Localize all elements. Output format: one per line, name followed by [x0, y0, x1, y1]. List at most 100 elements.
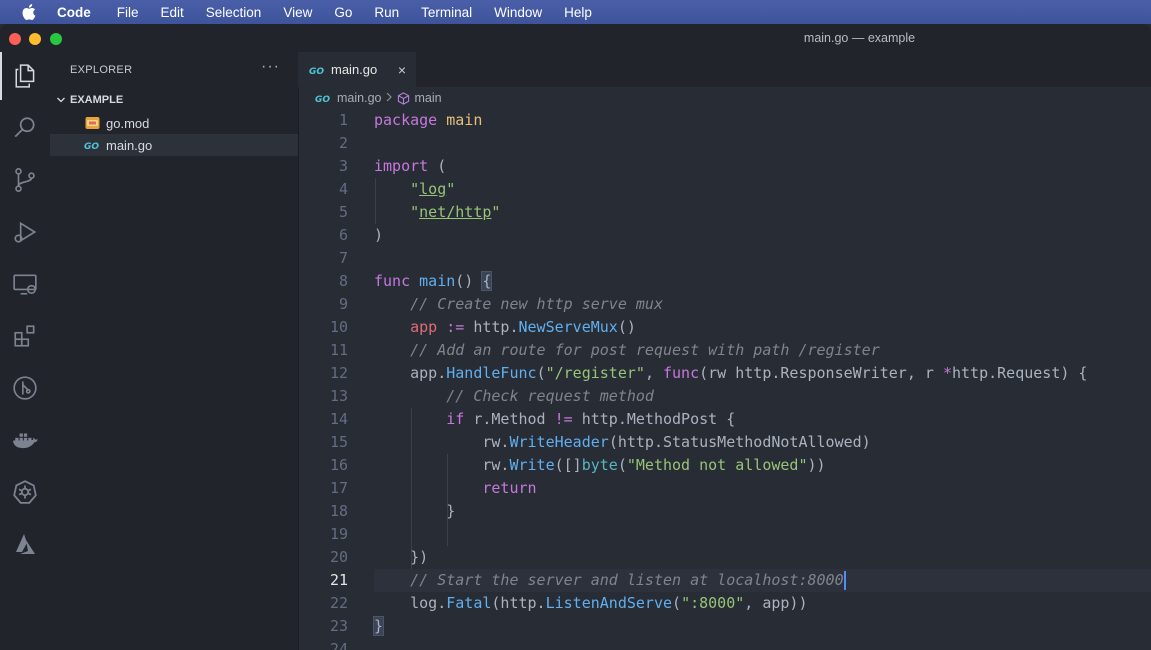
close-icon[interactable]: ×: [398, 62, 406, 78]
extensions-icon[interactable]: [0, 312, 50, 360]
line-number: 6: [338, 226, 348, 244]
tab-main-go[interactable]: GO main.go ×: [298, 52, 416, 87]
line-number: 9: [338, 295, 348, 313]
file-name: go.mod: [106, 115, 150, 131]
symbol-method-icon: [397, 91, 410, 105]
search-icon[interactable]: [0, 104, 50, 152]
line-text: ): [374, 226, 384, 244]
line-text: }): [374, 548, 429, 566]
line-text: return: [482, 479, 537, 497]
tab-label: main.go: [331, 62, 378, 77]
code-line[interactable]: 5 "net/http": [298, 201, 1151, 224]
code-line[interactable]: 3 import (: [298, 155, 1151, 178]
code-line[interactable]: 13 // Check request method: [298, 385, 1151, 408]
line-number: 16: [329, 456, 348, 474]
line-number: 3: [338, 157, 348, 175]
code-line[interactable]: 17 return: [298, 477, 1151, 500]
menu-file[interactable]: File: [117, 5, 139, 20]
folder-example[interactable]: EXAMPLE: [50, 90, 298, 110]
code-line[interactable]: 9 // Create new http serve mux: [298, 293, 1151, 316]
line-text: app := http.NewServeMux(): [410, 318, 636, 336]
go-mod-icon: [84, 115, 100, 131]
line-number: 17: [329, 479, 348, 497]
svg-text:GO: GO: [309, 67, 324, 75]
line-number: 22: [329, 594, 348, 612]
code-line[interactable]: 12 app.HandleFunc("/register", func(rw h…: [298, 362, 1151, 385]
menu-go[interactable]: Go: [334, 5, 352, 20]
file-main-go[interactable]: GO main.go: [50, 134, 298, 156]
code-line[interactable]: 16 rw.Write([]byte("Method not allowed")…: [298, 454, 1151, 477]
menu-help[interactable]: Help: [564, 5, 592, 20]
code-line[interactable]: 8 func main() {: [298, 270, 1151, 293]
line-number: 8: [338, 272, 348, 290]
line-text: // Add an route for post request with pa…: [410, 341, 880, 359]
remote-explorer-icon[interactable]: [0, 260, 50, 308]
code-line[interactable]: 11 // Add an route for post request with…: [298, 339, 1151, 362]
go-icon: GO: [315, 93, 331, 103]
file-name: main.go: [106, 137, 153, 153]
menu-window[interactable]: Window: [494, 5, 542, 20]
go-icon: GO: [84, 137, 100, 153]
code-line[interactable]: 23}: [298, 615, 1151, 638]
line-number: 24: [329, 640, 348, 650]
code-line[interactable]: 4 "log": [298, 178, 1151, 201]
file-go-mod[interactable]: go.mod: [50, 112, 298, 134]
code-line[interactable]: 15 rw.WriteHeader(http.StatusMethodNotAl…: [298, 431, 1151, 454]
code-line[interactable]: 6): [298, 224, 1151, 247]
go-icon: GO: [309, 65, 325, 75]
more-actions-button[interactable]: ···: [261, 58, 280, 76]
docker-icon[interactable]: [0, 416, 50, 464]
menu-app-name[interactable]: Code: [57, 5, 91, 20]
run-debug-icon[interactable]: [0, 208, 50, 256]
code-line[interactable]: 20 }): [298, 546, 1151, 569]
line-text: }: [374, 502, 456, 520]
line-number: 1: [338, 111, 348, 129]
code-line[interactable]: 14 if r.Method != http.MethodPost {: [298, 408, 1151, 431]
explorer-title: EXPLORER: [70, 64, 133, 76]
line-number: 11: [329, 341, 348, 359]
code-line[interactable]: 24: [298, 638, 1151, 650]
title-bar: main.go — example: [0, 24, 1151, 52]
breadcrumb: GO main.go main: [298, 87, 1151, 109]
apple-icon[interactable]: [22, 4, 36, 20]
menu-terminal[interactable]: Terminal: [421, 5, 472, 20]
chevron-down-icon: [56, 95, 66, 105]
folder-name: EXAMPLE: [70, 94, 124, 106]
explorer-sidebar: EXPLORER ··· EXAMPLE go.mod GO main.go: [50, 52, 299, 650]
code-line[interactable]: 18 }: [298, 500, 1151, 523]
line-number: 20: [329, 548, 348, 566]
line-text: "log": [410, 180, 456, 198]
explorer-icon[interactable]: [0, 52, 50, 100]
line-number: 4: [338, 180, 348, 198]
code-line[interactable]: 22 log.Fatal(http.ListenAndServe(":8000"…: [298, 592, 1151, 615]
line-number: 19: [329, 525, 348, 543]
line-number: 10: [329, 318, 348, 336]
line-number: 23: [329, 617, 348, 635]
editor-tabs: GO main.go ×: [298, 52, 1151, 87]
azure-icon[interactable]: [0, 520, 50, 568]
line-text: rw.WriteHeader(http.StatusMethodNotAllow…: [374, 433, 871, 451]
code-line[interactable]: 19: [298, 523, 1151, 546]
line-number: 18: [329, 502, 348, 520]
line-number: 14: [329, 410, 348, 428]
breadcrumb-file[interactable]: main.go: [337, 91, 381, 105]
code-line[interactable]: 1 package main: [298, 109, 1151, 132]
menu-edit[interactable]: Edit: [161, 5, 184, 20]
code-line[interactable]: 21 // Start the server and listen at loc…: [298, 569, 1151, 592]
git-graph-icon[interactable]: [0, 364, 50, 412]
code-line[interactable]: 2: [298, 132, 1151, 155]
line-number: 13: [329, 387, 348, 405]
source-control-icon[interactable]: [0, 156, 50, 204]
line-number: 5: [338, 203, 348, 221]
breadcrumb-symbol[interactable]: main: [414, 91, 441, 105]
menu-selection[interactable]: Selection: [206, 5, 262, 20]
kubernetes-icon[interactable]: [0, 468, 50, 516]
chevron-right-icon: [386, 91, 393, 105]
menu-view[interactable]: View: [283, 5, 312, 20]
code-line[interactable]: 7: [298, 247, 1151, 270]
code-line[interactable]: 10 app := http.NewServeMux(): [298, 316, 1151, 339]
menu-run[interactable]: Run: [374, 5, 399, 20]
code-editor[interactable]: 1 package main 2 3 import (4 "log" 5 "net/htt…: [298, 109, 1151, 650]
line-number: 21: [329, 571, 348, 589]
vscode-window: main.go — example EXPLORER ··· EXAMPLE g…: [0, 24, 1151, 650]
